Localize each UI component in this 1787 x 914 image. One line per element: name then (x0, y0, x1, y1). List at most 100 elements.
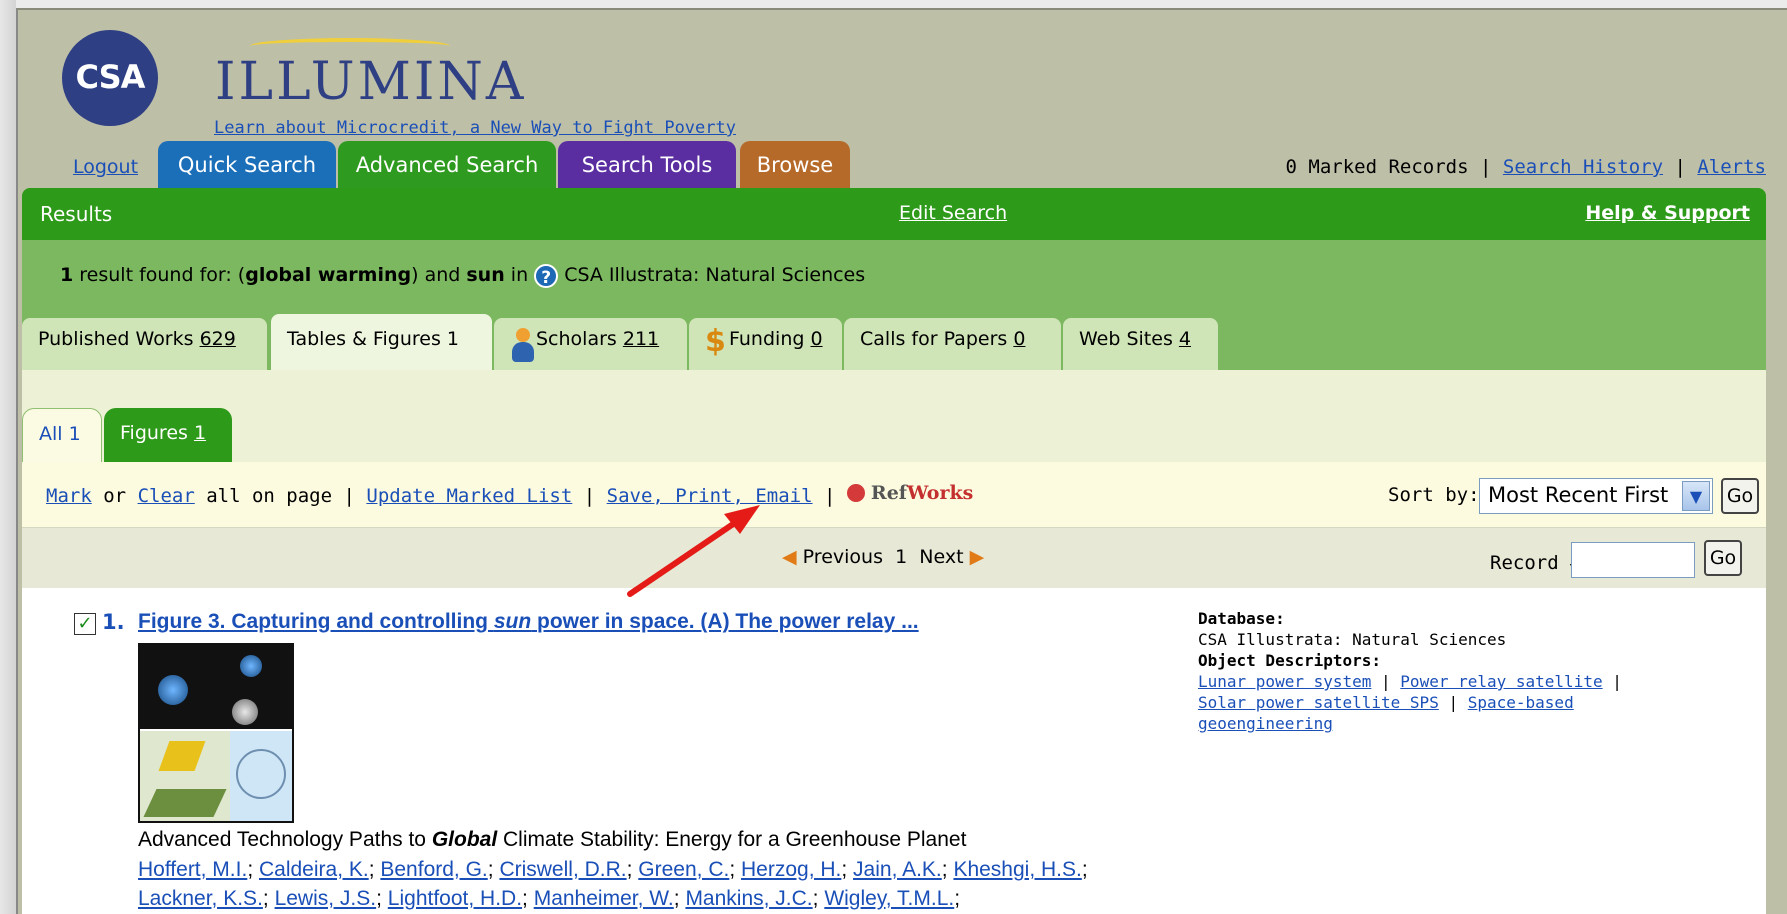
tab-advanced-search[interactable]: Advanced Search (338, 141, 556, 188)
alerts-link[interactable]: Alerts (1697, 156, 1766, 178)
figure-thumbnail[interactable] (138, 643, 294, 823)
tab-tables-count: 1 (446, 328, 459, 350)
subtab-all[interactable]: All 1 (22, 408, 102, 462)
thumbnail-solar-panel (158, 741, 206, 771)
save-print-email-link[interactable]: Save, Print, Email (607, 485, 813, 507)
tab-web-count[interactable]: 4 (1179, 328, 1191, 350)
title-emphasis: sun (493, 610, 532, 633)
source-title: Advanced Technology Paths to Global Clim… (138, 828, 966, 852)
descriptor-link[interactable]: Solar power satellite SPS (1198, 693, 1439, 712)
previous-link[interactable]: Previous (803, 546, 883, 568)
refworks-works-text: Works (906, 482, 974, 504)
sort-label: Sort by: (1388, 484, 1480, 506)
tab-scholars-label: Scholars (536, 328, 617, 350)
author-separator: ; (522, 887, 534, 910)
author-link[interactable]: Jain, A.K. (853, 858, 942, 881)
refworks-button[interactable]: Ref Works (846, 482, 974, 504)
refworks-ref-text: Ref (870, 482, 907, 504)
subtab-figures-label: Figures (120, 422, 188, 444)
next-link[interactable]: Next (919, 546, 963, 568)
update-marked-list-link[interactable]: Update Marked List (366, 485, 572, 507)
pagination-bar: ◀ Previous 1 Next ▶ Record # Go (22, 528, 1766, 588)
current-page: 1 (895, 546, 908, 568)
title-part-1: Figure 3. Capturing and controlling (138, 610, 488, 633)
tab-funding[interactable]: $ Funding 0 (689, 318, 842, 370)
summary-term-2: sun (466, 264, 505, 286)
thumbnail-ground-panel (140, 731, 230, 821)
help-support-link[interactable]: Help & Support (1585, 202, 1750, 224)
tab-quick-search[interactable]: Quick Search (158, 141, 336, 188)
database-help-icon[interactable]: ? (534, 264, 559, 288)
tab-published-works[interactable]: Published Works 629 (22, 318, 267, 370)
csa-logo[interactable]: CSA (62, 30, 158, 126)
tab-web-sites[interactable]: Web Sites 4 (1063, 318, 1218, 370)
thumbnail-earth (158, 675, 188, 705)
author-link[interactable]: Hoffert, M.I. (138, 858, 247, 881)
author-separator: ; (247, 858, 259, 881)
thumbnail-earth-small (240, 655, 262, 677)
author-link[interactable]: Herzog, H. (741, 858, 841, 881)
tab-tables-figures[interactable]: Tables & Figures 1 (271, 314, 492, 370)
chevron-down-icon[interactable]: ▼ (1682, 481, 1710, 511)
tab-search-tools[interactable]: Search Tools (558, 141, 736, 188)
title-part-2: power in space. (A) The power relay ... (537, 610, 919, 633)
separator: | (824, 485, 836, 507)
summary-text-in: in (510, 264, 529, 286)
tab-published-label: Published Works (38, 328, 194, 350)
author-link[interactable]: Benford, G. (380, 858, 487, 881)
source-title-emphasis: Global (431, 828, 498, 851)
record-title-link[interactable]: Figure 3. Capturing and controlling sun … (138, 610, 919, 634)
author-link[interactable]: Mankins, J.C. (685, 887, 812, 910)
descriptor-link[interactable]: Lunar power system (1198, 672, 1371, 691)
logout-link[interactable]: Logout (73, 156, 138, 178)
sort-go-button[interactable]: Go (1721, 478, 1759, 514)
author-separator: ; (673, 887, 686, 910)
record-checkbox[interactable]: ✓ (74, 613, 96, 635)
subtab-figures-count[interactable]: 1 (194, 422, 206, 444)
tab-scholars-count[interactable]: 211 (623, 328, 659, 350)
author-link[interactable]: Caldeira, K. (259, 858, 369, 881)
sort-select[interactable]: Most Recent First ▼ (1479, 478, 1713, 514)
record-go-button[interactable]: Go (1704, 540, 1742, 576)
subtab-figures[interactable]: Figures 1 (104, 408, 232, 462)
tab-funding-count[interactable]: 0 (810, 328, 822, 350)
mark-link[interactable]: Mark (46, 485, 92, 507)
tab-web-label: Web Sites (1079, 328, 1173, 350)
result-count: 1 (60, 264, 74, 286)
clear-link[interactable]: Clear (138, 485, 195, 507)
edit-search-link[interactable]: Edit Search (899, 202, 1007, 224)
author-separator: ; (262, 887, 275, 910)
author-link[interactable]: Criswell, D.R. (499, 858, 626, 881)
or-text: or (103, 485, 127, 507)
summary-term-1: global warming (245, 264, 412, 286)
csa-logo-text: CSA (75, 58, 146, 96)
tab-funding-label: Funding (729, 328, 805, 350)
tab-tables-label: Tables & Figures (287, 328, 441, 350)
author-link[interactable]: Wigley, T.M.L. (824, 887, 954, 910)
author-separator: ; (954, 887, 961, 910)
sort-selected-value: Most Recent First (1488, 483, 1669, 507)
record-number-label: Record # (1490, 552, 1582, 574)
author-link[interactable]: Kheshgi, H.S. (953, 858, 1081, 881)
record-number-input[interactable] (1571, 542, 1695, 578)
brand-title: ILLUMINA (215, 52, 527, 112)
tab-browse[interactable]: Browse (740, 141, 850, 188)
thumbnail-ground (143, 789, 227, 817)
pagination: ◀ Previous 1 Next ▶ (782, 546, 984, 568)
search-history-link[interactable]: Search History (1503, 156, 1663, 178)
microcredit-link[interactable]: Learn about Microcredit, a New Way to Fi… (214, 118, 736, 138)
author-list: Hoffert, M.I.; Caldeira, K.; Benford, G.… (138, 855, 1138, 913)
descriptors-label: Object Descriptors: (1198, 651, 1382, 670)
tab-calls-count[interactable]: 0 (1013, 328, 1025, 350)
thumbnail-orbit (236, 749, 286, 799)
tab-scholars[interactable]: Scholars 211 (494, 318, 687, 370)
author-link[interactable]: Lightfoot, H.D. (388, 887, 522, 910)
descriptor-link[interactable]: Power relay satellite (1400, 672, 1602, 691)
author-link[interactable]: Lewis, J.S. (275, 887, 377, 910)
author-link[interactable]: Manheimer, W. (534, 887, 674, 910)
thumbnail-moon (232, 699, 258, 725)
author-link[interactable]: Green, C. (638, 858, 729, 881)
tab-published-count[interactable]: 629 (200, 328, 236, 350)
tab-calls-for-papers[interactable]: Calls for Papers 0 (844, 318, 1061, 370)
author-link[interactable]: Lackner, K.S. (138, 887, 263, 910)
